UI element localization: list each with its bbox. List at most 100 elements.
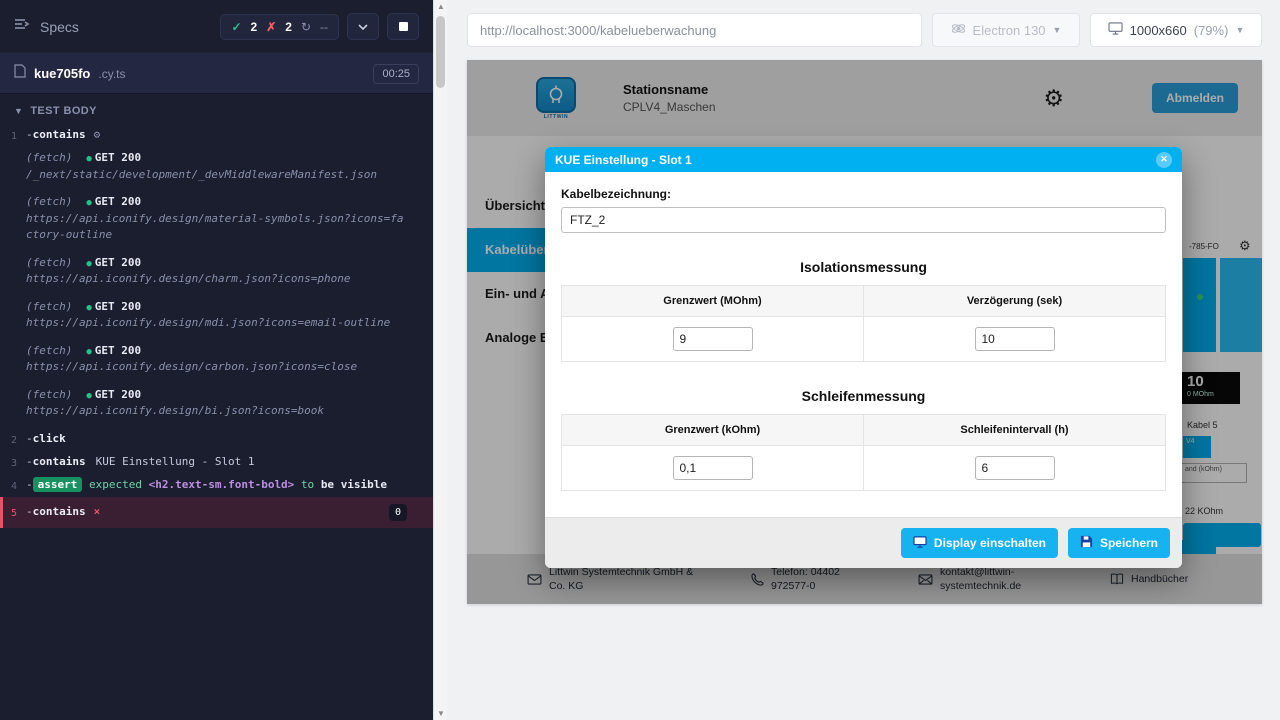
fetch-tag: (fetch)	[26, 151, 72, 164]
save-label: Speichern	[1100, 536, 1158, 550]
fetch-tag: (fetch)	[26, 256, 72, 269]
failure-x-icon: ×	[94, 504, 101, 521]
display-icon	[913, 536, 927, 551]
status-dot: ●	[86, 391, 91, 401]
browser-bar: http://localhost:3000/kabelueberwachung …	[447, 0, 1280, 60]
viewport-size: 1000x660	[1130, 23, 1187, 38]
test-body-toggle[interactable]: ▼ TEST BODY	[0, 94, 433, 124]
stop-button[interactable]	[387, 13, 419, 40]
spec-file-icon	[14, 64, 26, 83]
fetch-log-row[interactable]: (fetch)●GET 200 https://api.iconify.desi…	[0, 296, 433, 335]
url-input[interactable]: http://localhost:3000/kabelueberwachung	[467, 13, 922, 47]
command-row[interactable]: 3 -containsKUE Einstellung - Slot 1	[0, 451, 433, 474]
assert-row[interactable]: 4 -assert expected <h2.text-sm.font-bold…	[0, 474, 433, 497]
fetch-tag: (fetch)	[26, 344, 72, 357]
cable-name-label: Kabelbezeichnung:	[561, 187, 1166, 201]
app-frame: LITTWIN Stationsname CPLV4_Maschen ⚙ Abm…	[467, 60, 1262, 604]
reporter-scrollbar[interactable]: ▲ ▼	[433, 0, 447, 720]
scrollbar-thumb[interactable]	[436, 16, 445, 88]
isolation-heading: Isolationsmessung	[561, 259, 1166, 275]
loop-table: Grenzwert (kOhm) Schleifenintervall (h)	[561, 414, 1166, 491]
scroll-up-icon[interactable]: ▲	[434, 2, 448, 11]
failed-command-row[interactable]: 5 -contains × 0	[0, 497, 433, 528]
cable-name-input[interactable]	[561, 207, 1166, 233]
modal-titlebar: KUE Einstellung - Slot 1 ✕	[545, 147, 1182, 172]
command-log: 1 -contains⚙ (fetch) ● GET 200 /_next/stat…	[0, 124, 433, 528]
modal-body: Kabelbezeichnung: Isolationsmessung Gren…	[545, 172, 1182, 503]
modal-title: KUE Einstellung - Slot 1	[555, 153, 692, 167]
spec-duration: 00:25	[373, 64, 419, 84]
request-url: /_next/static/development/_devMiddleware…	[26, 167, 407, 184]
run-stats[interactable]: ✓ 2 ✗ 2 ↻ --	[220, 14, 339, 40]
fetch-log-row[interactable]: (fetch)●GET 200 /_next/static/developmen…	[0, 147, 433, 186]
stop-icon	[399, 22, 408, 31]
match-count-badge: 0	[389, 504, 407, 521]
command-method: contains	[33, 504, 86, 521]
request-url: https://api.iconify.design/charm.json?ic…	[26, 271, 407, 288]
kue-settings-modal: KUE Einstellung - Slot 1 ✕ Kabelbezeichn…	[545, 147, 1182, 568]
failed-count: 2	[285, 20, 292, 34]
specs-label[interactable]: Specs	[40, 19, 79, 35]
collapse-button[interactable]	[347, 13, 379, 40]
command-method: click	[33, 432, 66, 445]
loop-heading: Schleifenmessung	[561, 388, 1166, 404]
test-body-label: TEST BODY	[30, 105, 97, 117]
fetch-tag: (fetch)	[26, 388, 72, 401]
browser-select[interactable]: Electron 130 ▼	[932, 13, 1080, 47]
refresh-icon: ↻	[301, 20, 311, 34]
command-method: contains	[33, 128, 86, 141]
loop-limit-input[interactable]	[673, 456, 753, 480]
status-dot: ●	[86, 154, 91, 164]
command-number: 3	[0, 454, 26, 471]
isolation-table: Grenzwert (MOhm) Verzögerung (sek)	[561, 285, 1166, 362]
electron-icon	[951, 21, 966, 39]
cypress-reporter: Specs ✓ 2 ✗ 2 ↻ -- kue705fo .cy.ts 00:25	[0, 0, 433, 720]
viewport-select[interactable]: 1000x660 (79%) ▼	[1090, 13, 1262, 47]
status-dot: ●	[86, 259, 91, 269]
command-number: 5	[3, 504, 26, 521]
passed-icon: ✓	[231, 20, 241, 34]
loop-interval-input[interactable]	[975, 456, 1055, 480]
command-number: 1	[0, 127, 26, 144]
fetch-log-row[interactable]: (fetch) ● GET 200 https://api.iconify.desi…	[0, 191, 433, 247]
failed-icon: ✗	[266, 20, 276, 34]
fetch-log-row[interactable]: (fetch) ● GET 200 https://api.iconify.desi…	[0, 384, 433, 423]
fetch-log-row[interactable]: (fetch)●GET 200 https://api.iconify.desi…	[0, 340, 433, 379]
monitor-icon	[1108, 22, 1123, 38]
viewport-zoom: (79%)	[1194, 23, 1229, 38]
browser-name: Electron 130	[973, 23, 1046, 38]
http-status: GET 200	[95, 388, 141, 401]
fetch-tag: (fetch)	[26, 300, 72, 313]
command-argument: KUE Einstellung - Slot 1	[96, 455, 255, 468]
assert-word: to	[301, 478, 314, 491]
http-status: GET 200	[95, 344, 141, 357]
reporter-header: Specs ✓ 2 ✗ 2 ↻ --	[0, 0, 433, 54]
spec-file-name: kue705fo	[34, 66, 90, 81]
display-on-button[interactable]: Display einschalten	[901, 528, 1058, 558]
iso-delay-input[interactable]	[975, 327, 1055, 351]
assert-element: <h2.text-sm.font-bold>	[149, 478, 295, 491]
chevron-down-icon: ▼	[14, 106, 23, 116]
http-status: GET 200	[95, 300, 141, 313]
fetch-log-row[interactable]: (fetch) ● GET 200 https://api.iconify.desi…	[0, 252, 433, 291]
chevron-down-icon: ▼	[1235, 25, 1244, 35]
specs-menu-icon[interactable]	[14, 17, 30, 36]
save-floppy-icon	[1080, 535, 1093, 551]
spec-file-row[interactable]: kue705fo .cy.ts 00:25	[0, 54, 433, 94]
iso-limit-input[interactable]	[673, 327, 753, 351]
status-dot: ●	[86, 198, 91, 208]
spec-file-ext: .cy.ts	[98, 67, 125, 81]
command-method: contains	[33, 455, 86, 468]
request-url: https://api.iconify.design/mdi.json?icon…	[26, 315, 407, 332]
request-url: https://api.iconify.design/material-symb…	[26, 211, 407, 244]
fetch-tag: (fetch)	[26, 195, 72, 208]
http-status: GET 200	[95, 256, 141, 269]
save-button[interactable]: Speichern	[1068, 528, 1170, 558]
command-row[interactable]: 1 -contains⚙	[0, 124, 433, 147]
request-url: https://api.iconify.design/bi.json?icons…	[26, 403, 407, 420]
command-row[interactable]: 2 -click	[0, 428, 433, 451]
scroll-down-icon[interactable]: ▼	[434, 709, 448, 718]
http-status: GET 200	[95, 195, 141, 208]
close-icon[interactable]: ✕	[1156, 152, 1172, 168]
modal-footer: Display einschalten Speichern	[545, 517, 1182, 568]
